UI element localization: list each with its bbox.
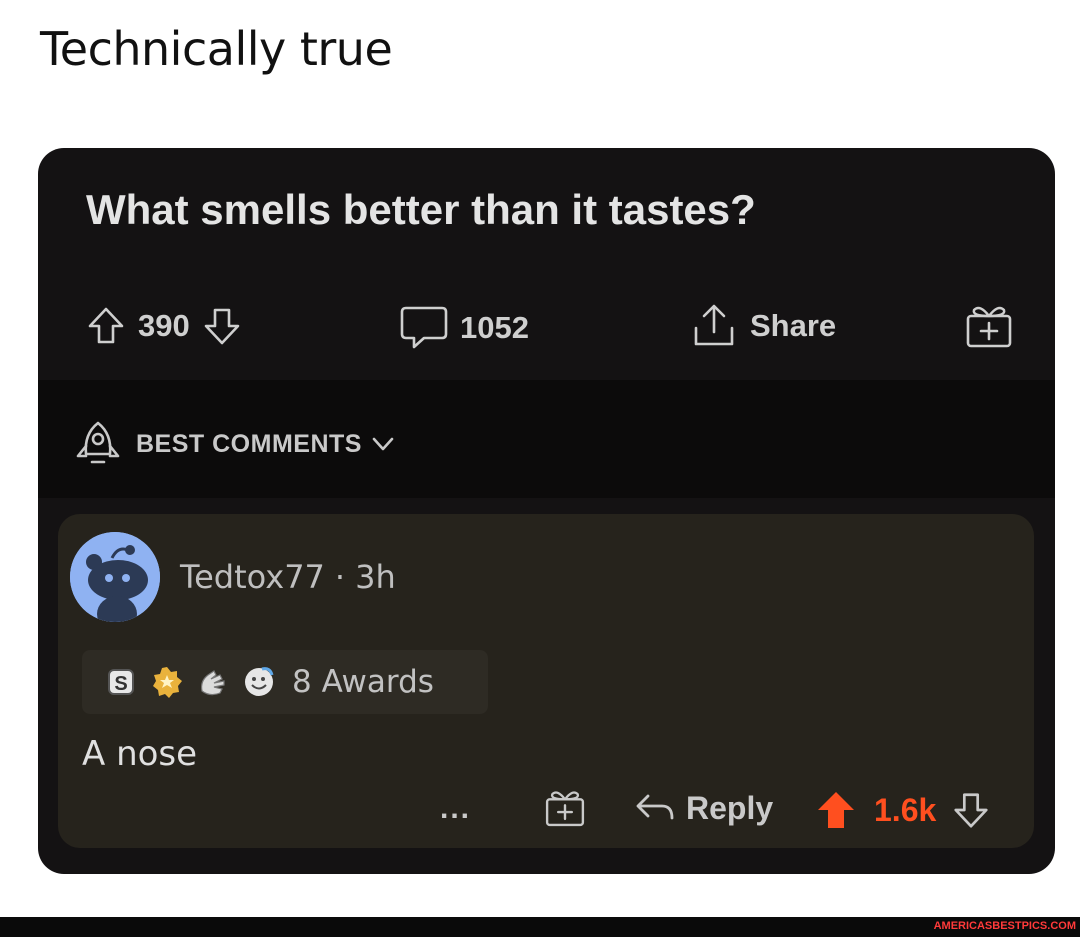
reply-button[interactable]: Reply: [632, 788, 773, 828]
vote-group: 390: [84, 304, 244, 348]
reddit-post-card: What smells better than it tastes? 390 1…: [38, 148, 1055, 874]
upvote-icon[interactable]: [84, 304, 128, 348]
avatar[interactable]: [70, 532, 160, 622]
comment-bubble-icon: [400, 306, 448, 349]
awards-count: 8 Awards: [292, 664, 434, 700]
comment-meta: Tedtox77 · 3h: [180, 558, 396, 596]
share-label: Share: [750, 308, 837, 343]
upvote-filled-icon[interactable]: [814, 788, 858, 832]
comment: Tedtox77 · 3h S 8 Awards A nose ... Repl…: [58, 514, 1034, 848]
award-post-button[interactable]: [962, 298, 1016, 352]
comment-score: 1.6k: [874, 791, 937, 828]
award-comment-button[interactable]: [542, 784, 588, 830]
downvote-icon[interactable]: [200, 304, 244, 348]
comments-button[interactable]: 1052: [398, 304, 539, 352]
meta-separator: ·: [334, 558, 346, 596]
gift-icon: [966, 306, 1012, 348]
reply-arrow-icon: [636, 794, 674, 820]
gold-award-icon: [150, 665, 184, 699]
comment-body: A nose: [82, 734, 198, 774]
share-icon: [694, 304, 734, 346]
comment-author[interactable]: Tedtox77: [180, 558, 325, 596]
svg-text:S: S: [114, 673, 127, 695]
more-options-button[interactable]: ...: [440, 792, 471, 826]
downvote-icon[interactable]: [950, 789, 992, 831]
sort-selector[interactable]: BEST COMMENTS: [72, 418, 396, 470]
comment-vote-group: 1.6k: [814, 788, 992, 832]
snoo-avatar-icon: [70, 532, 160, 622]
post-title[interactable]: What smells better than it tastes?: [86, 186, 756, 234]
post-score: 390: [138, 308, 190, 343]
sort-label: BEST COMMENTS: [136, 429, 362, 458]
chevron-down-icon: [372, 437, 394, 451]
rocket-icon: [76, 421, 120, 464]
comment-action-bar: ... Reply 1.6k: [58, 784, 1034, 840]
watermark-text: AMERICASBESTPICS.COM: [933, 920, 1076, 932]
wholesome-award-icon: [242, 665, 276, 699]
watermark-bar: AMERICASBESTPICS.COM: [0, 917, 1080, 937]
comment-sort-bar[interactable]: BEST COMMENTS: [38, 380, 1055, 498]
share-button[interactable]: Share: [688, 300, 846, 352]
awards-strip[interactable]: S 8 Awards: [82, 650, 488, 714]
comments-count: 1052: [460, 310, 529, 345]
silver-award-icon: S: [104, 665, 138, 699]
post-action-bar: 390 1052 Share: [38, 298, 1055, 358]
gift-icon: [545, 791, 585, 827]
reply-label: Reply: [686, 789, 774, 826]
meme-caption: Technically true: [40, 22, 393, 76]
comment-age: 3h: [355, 558, 396, 596]
hands-award-icon: [196, 665, 230, 699]
